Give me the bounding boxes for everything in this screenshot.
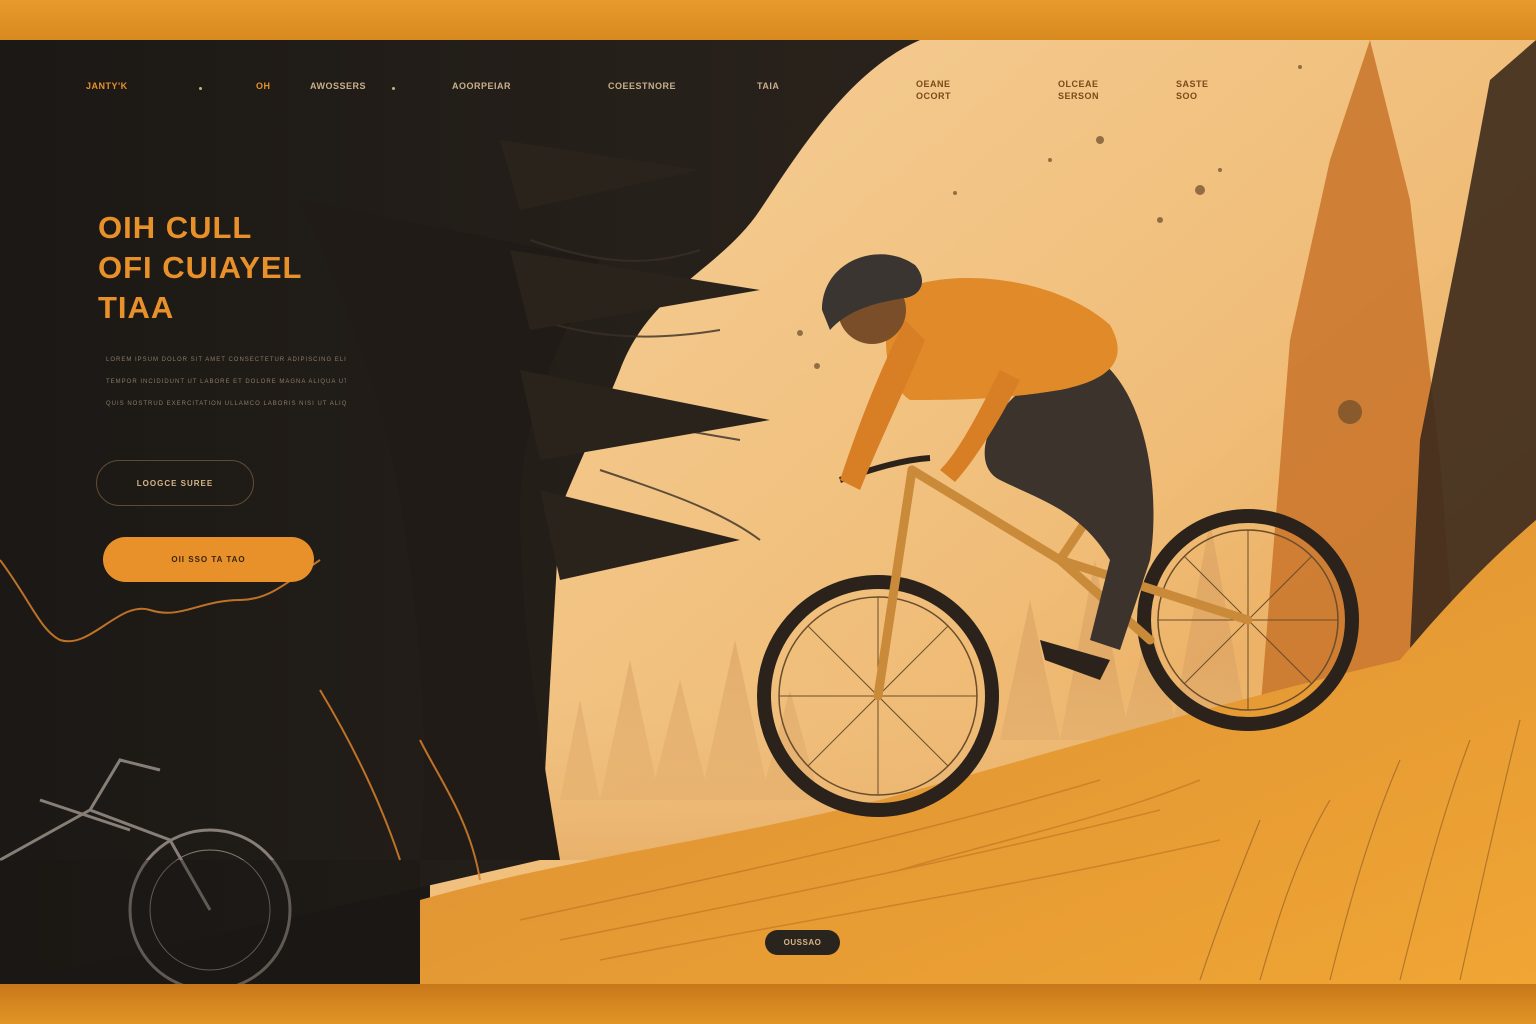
- hero-title-line-1: OIH CULL: [98, 210, 253, 245]
- hero-illustration: [0, 40, 1536, 984]
- nav-item-1[interactable]: OH: [256, 81, 271, 91]
- nav-right-item-1-line2: OCORT: [916, 91, 951, 101]
- hero-title: OIH CULL OFI CUIAYEL TIAA: [98, 208, 303, 328]
- description-line: QUIS NOSTRUD EXERCITATION ULLAMCO LABORI…: [106, 401, 346, 407]
- nav-right-item-2-line1: OLCEAE: [1058, 79, 1099, 89]
- nav-brand[interactable]: JANTY'K: [86, 81, 128, 91]
- bottom-frame-bar: [0, 984, 1536, 1024]
- secondary-cta-button[interactable]: LOOGCE SUREE: [96, 460, 254, 506]
- hero-title-line-2: OFI CUIAYEL: [98, 250, 303, 285]
- nav-right-item-3-line2: SOO: [1176, 91, 1198, 101]
- separator-dot-icon: [392, 87, 395, 90]
- nav-item-2[interactable]: AWOSSERS: [310, 81, 366, 91]
- top-frame-bar: [0, 0, 1536, 40]
- hero-title-line-3: TIAA: [98, 290, 175, 325]
- nav-right-item-1-line1: OEANE: [916, 79, 951, 89]
- scroll-down-button[interactable]: OUSSAO: [765, 930, 840, 955]
- nav-right-item-3[interactable]: SASTE SOO: [1176, 78, 1209, 102]
- nav-item-5[interactable]: TAIA: [757, 81, 779, 91]
- separator-dot-icon: [199, 87, 202, 90]
- hero-description: LOREM IPSUM DOLOR SIT AMET CONSECTETUR A…: [106, 349, 346, 415]
- description-line: LOREM IPSUM DOLOR SIT AMET CONSECTETUR A…: [106, 357, 346, 363]
- primary-cta-button[interactable]: OII SSO TA TAO: [103, 537, 314, 582]
- nav-right-item-1[interactable]: OEANE OCORT: [916, 78, 951, 102]
- nav-right-item-3-line1: SASTE: [1176, 79, 1209, 89]
- nav-item-4[interactable]: COEESTNORE: [608, 81, 676, 91]
- nav-right-item-2-line2: SERSON: [1058, 91, 1100, 101]
- description-line: TEMPOR INCIDIDUNT UT LABORE ET DOLORE MA…: [106, 379, 346, 385]
- nav-item-3[interactable]: AOORPEIAR: [452, 81, 511, 91]
- nav-right-item-2[interactable]: OLCEAE SERSON: [1058, 78, 1099, 102]
- landing-page: JANTY'K OH AWOSSERS AOORPEIAR COEESTNORE…: [0, 40, 1536, 984]
